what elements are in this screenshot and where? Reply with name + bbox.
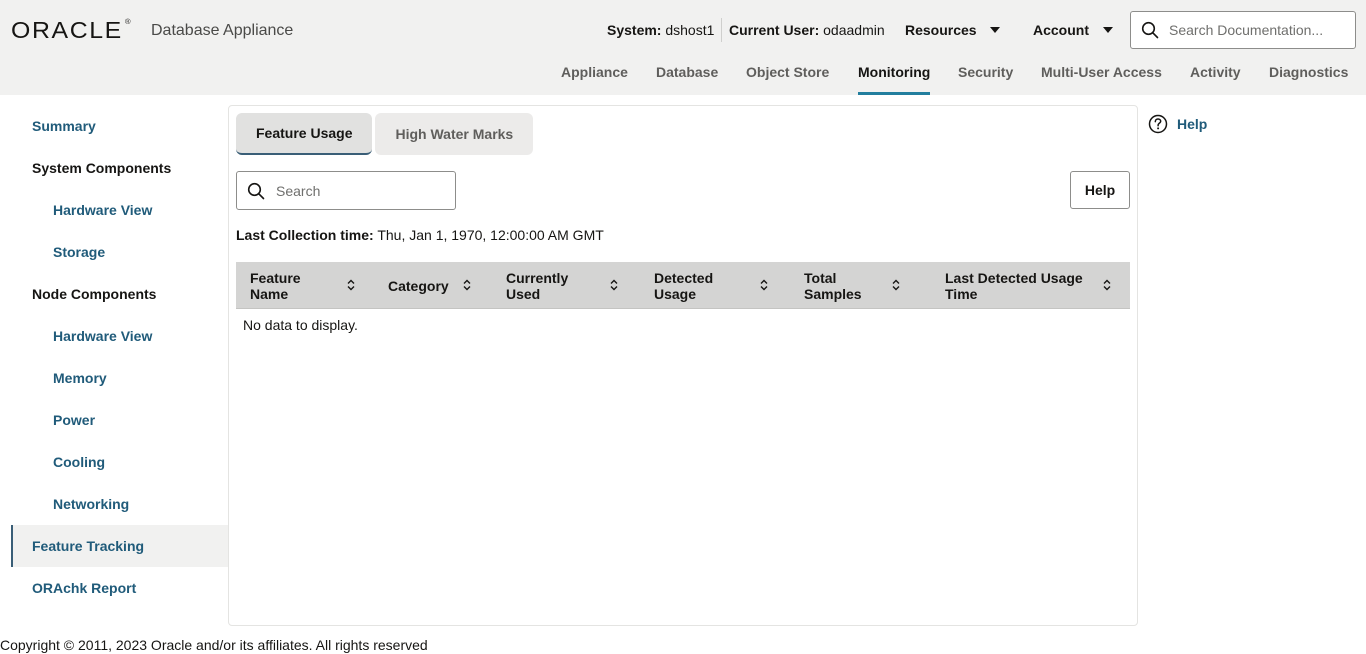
sidebar-item-networking[interactable]: Networking — [11, 483, 228, 525]
nav-tab-appliance[interactable]: Appliance — [561, 64, 628, 95]
documentation-search — [1130, 11, 1356, 49]
sidebar-group-node-components: Node Components — [11, 273, 228, 315]
table-search-input[interactable] — [276, 183, 446, 199]
registered-mark: ® — [125, 19, 131, 26]
feature-usage-table: Feature Name Category Currently Used Det… — [236, 262, 1130, 333]
column-label: Feature Name — [250, 270, 340, 302]
chevron-down-icon — [990, 27, 1000, 33]
sort-icon — [891, 278, 901, 292]
copyright-footer: Copyright © 2011, 2023 Oracle and/or its… — [0, 637, 428, 653]
sidebar-item-memory[interactable]: Memory — [11, 357, 228, 399]
column-label: Last Detected Usage Time — [945, 270, 1095, 302]
sidebar-item-cooling[interactable]: Cooling — [11, 441, 228, 483]
nav-tab-database[interactable]: Database — [656, 64, 718, 95]
product-name: Database Appliance — [151, 22, 293, 40]
documentation-search-input[interactable] — [1169, 22, 1349, 38]
column-label: Detected Usage — [654, 270, 744, 302]
system-label: System: — [607, 22, 661, 38]
sort-icon — [1102, 278, 1112, 292]
sort-icon — [759, 278, 769, 292]
sidebar-item-node-hardware-view[interactable]: Hardware View — [11, 315, 228, 357]
tab-high-water-marks[interactable]: High Water Marks — [375, 113, 533, 155]
help-circle-icon — [1148, 114, 1168, 134]
sidebar-item-storage[interactable]: Storage — [11, 231, 228, 273]
resources-menu-label: Resources — [905, 22, 977, 38]
sort-icon — [462, 278, 472, 292]
sidebar-item-summary[interactable]: Summary — [11, 105, 228, 147]
header-divider — [721, 18, 722, 42]
column-header-currently-used[interactable]: Currently Used — [492, 262, 640, 309]
system-info: System: dshost1 — [607, 22, 714, 38]
search-icon — [247, 182, 265, 200]
column-header-category[interactable]: Category — [374, 262, 492, 309]
column-header-feature-name[interactable]: Feature Name — [236, 262, 374, 309]
account-menu-label: Account — [1033, 22, 1089, 38]
column-label: Currently Used — [506, 270, 596, 302]
table-search — [236, 171, 456, 210]
column-header-total-samples[interactable]: Total Samples — [790, 262, 931, 309]
sidebar-item-feature-tracking[interactable]: Feature Tracking — [11, 525, 228, 567]
app-header: ORACLE® Database Appliance System: dshos… — [0, 0, 1366, 95]
collection-time-value: Thu, Jan 1, 1970, 12:00:00 AM GMT — [377, 227, 603, 243]
help-link-label: Help — [1177, 116, 1207, 132]
system-value: dshost1 — [665, 22, 714, 38]
sidebar-item-power[interactable]: Power — [11, 399, 228, 441]
collection-time-label: Last Collection time: — [236, 227, 374, 243]
current-user-info: Current User: odaadmin — [729, 22, 885, 38]
nav-tab-object-store[interactable]: Object Store — [746, 64, 829, 95]
brand: ORACLE® Database Appliance — [11, 17, 120, 44]
oracle-logo[interactable]: ORACLE® — [11, 17, 128, 44]
column-header-last-detected-usage-time[interactable]: Last Detected Usage Time — [931, 262, 1130, 309]
main-panel: Feature Usage High Water Marks Help Last… — [228, 105, 1138, 626]
sidebar-item-system-hardware-view[interactable]: Hardware View — [11, 189, 228, 231]
nav-tab-diagnostics[interactable]: Diagnostics — [1269, 64, 1348, 95]
account-menu-button[interactable]: Account — [1033, 22, 1113, 38]
nav-tab-activity[interactable]: Activity — [1190, 64, 1241, 95]
column-label: Category — [388, 278, 449, 294]
last-collection-time: Last Collection time: Thu, Jan 1, 1970, … — [236, 227, 604, 243]
sort-icon — [609, 278, 619, 292]
sidebar-item-orachk-report[interactable]: ORAchk Report — [11, 567, 228, 609]
current-user-value: odaadmin — [823, 22, 885, 38]
oracle-logo-text: ORACLE — [11, 17, 123, 43]
sidebar-group-system-components: System Components — [11, 147, 228, 189]
nav-tab-multi-user-access[interactable]: Multi-User Access — [1041, 64, 1162, 95]
help-button[interactable]: Help — [1070, 171, 1130, 209]
feature-tabs: Feature Usage High Water Marks — [236, 113, 533, 155]
sort-icon — [346, 278, 356, 292]
resources-menu-button[interactable]: Resources — [905, 22, 1000, 38]
column-label: Total Samples — [804, 270, 894, 302]
tab-feature-usage[interactable]: Feature Usage — [236, 113, 372, 155]
table-header: Feature Name Category Currently Used Det… — [236, 262, 1130, 309]
help-link[interactable]: Help — [1148, 114, 1207, 134]
chevron-down-icon — [1103, 27, 1113, 33]
nav-tab-monitoring[interactable]: Monitoring — [858, 64, 930, 95]
column-header-detected-usage[interactable]: Detected Usage — [640, 262, 790, 309]
empty-table-message: No data to display. — [236, 309, 1130, 333]
current-user-label: Current User: — [729, 22, 819, 38]
search-icon — [1141, 21, 1159, 39]
nav-tab-security[interactable]: Security — [958, 64, 1013, 95]
